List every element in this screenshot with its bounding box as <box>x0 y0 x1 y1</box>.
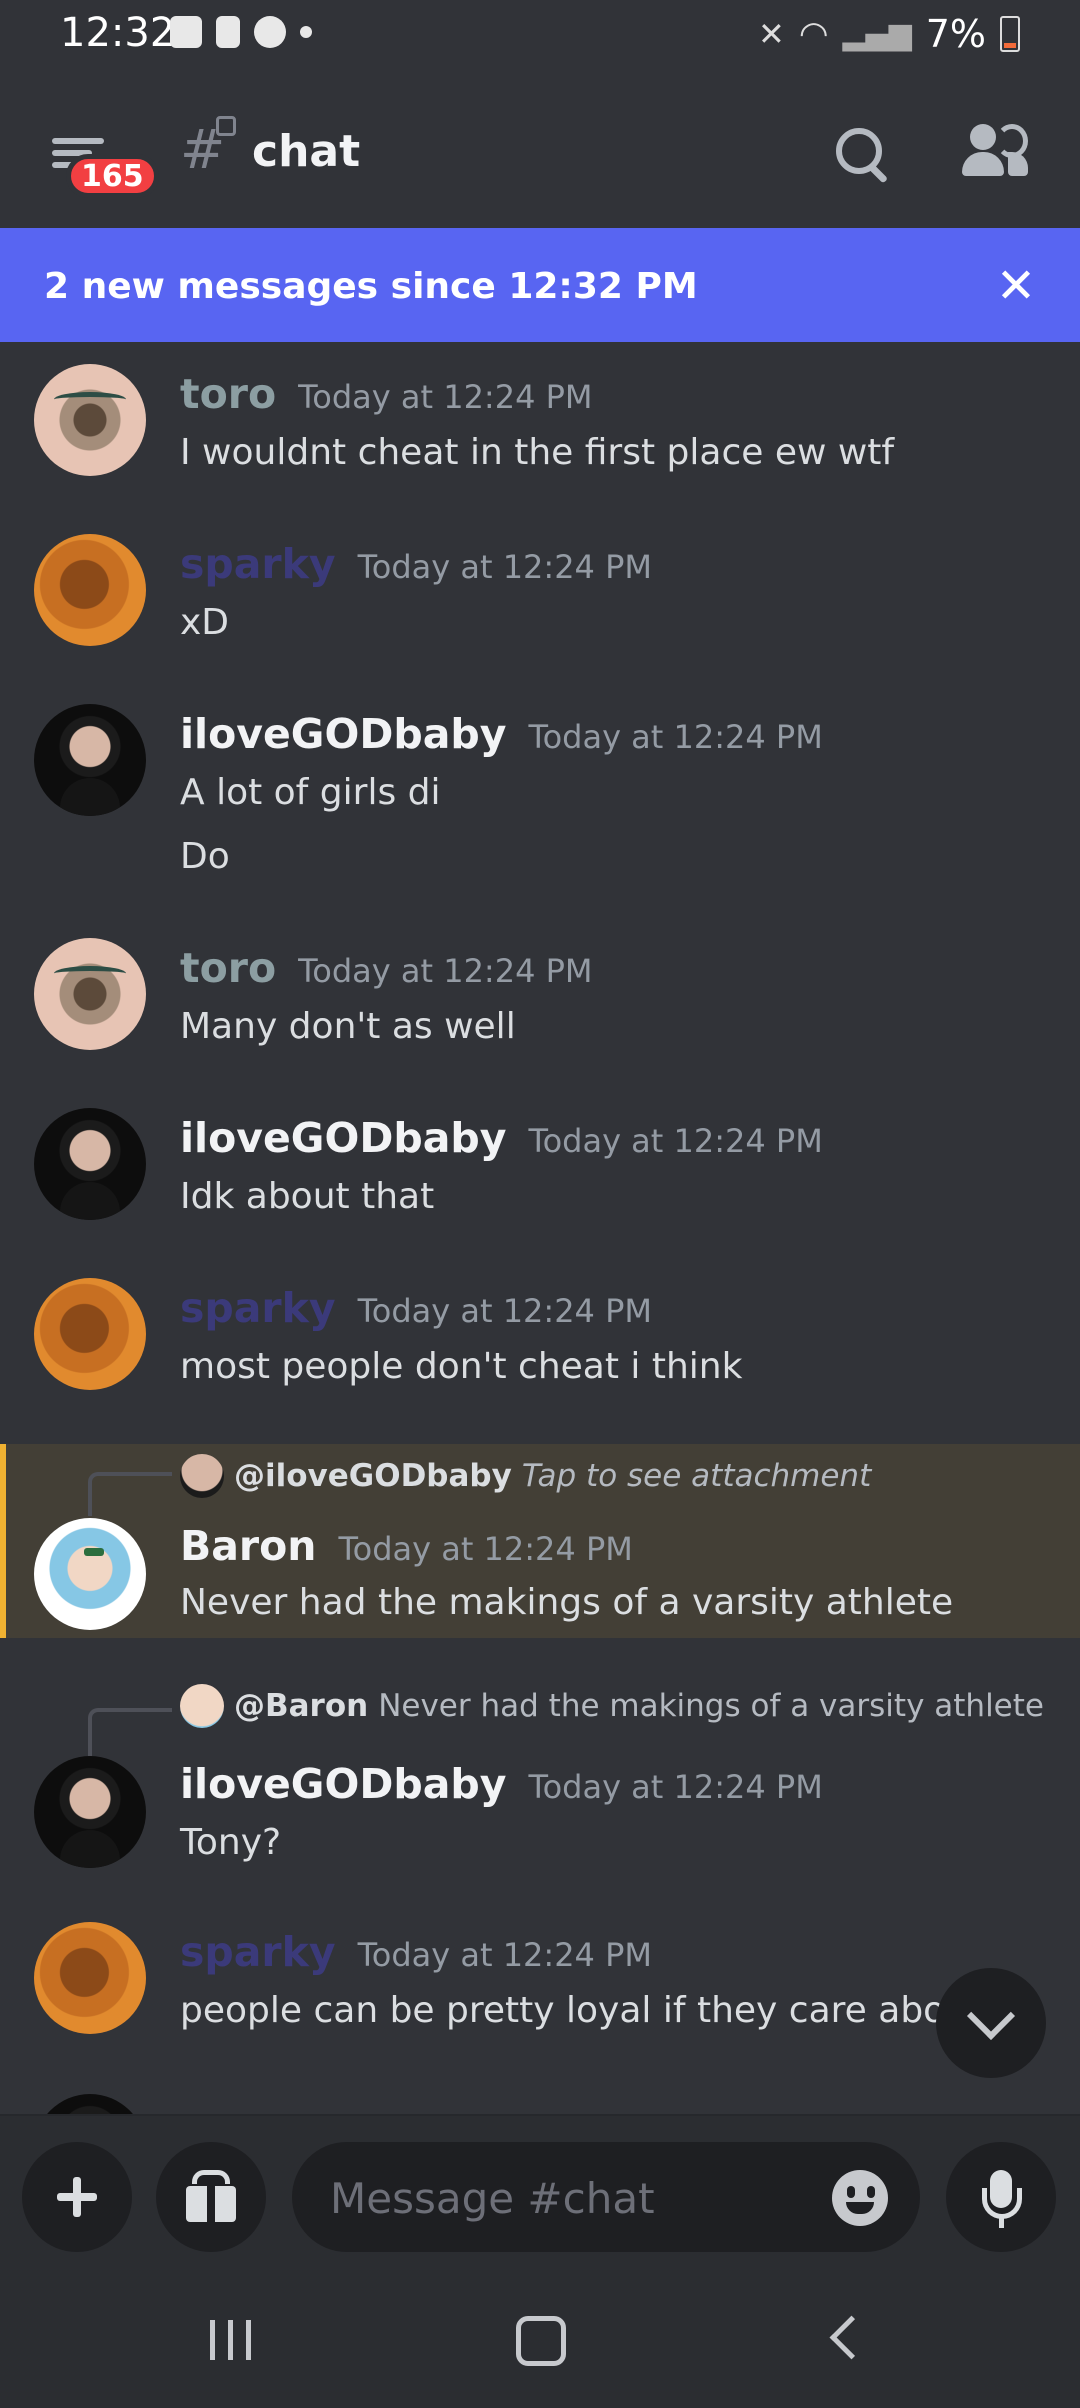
add-attachment-button[interactable] <box>22 2142 132 2252</box>
timestamp: Today at 12:24 PM <box>298 378 593 416</box>
members-icon <box>970 124 996 150</box>
avatar[interactable] <box>34 534 146 646</box>
timestamp: Today at 12:24 PM <box>528 1122 823 1160</box>
status-bar: 12:32 ✕ ◠ ▂▄▆ 7% <box>0 0 1080 72</box>
recent-apps-button[interactable] <box>210 2320 254 2360</box>
avatar <box>34 2094 146 2114</box>
username[interactable]: sparky <box>180 1284 336 1332</box>
message-input[interactable] <box>328 2142 792 2254</box>
gift-button[interactable] <box>156 2142 266 2252</box>
message[interactable]: toro Today at 12:24 PM I wouldnt cheat in… <box>0 364 1080 494</box>
avatar[interactable] <box>34 364 146 476</box>
reply-text: Never had the makings of a varsity athle… <box>378 1688 1044 1724</box>
timestamp: Today at 12:24 PM <box>528 718 823 756</box>
reply-mention: @iloveGODbaby <box>234 1458 512 1494</box>
new-messages-text: 2 new messages since 12:32 PM <box>44 266 698 307</box>
message-text: xD <box>180 602 230 643</box>
username[interactable]: iloveGODbaby <box>180 1114 506 1162</box>
voice-message-button[interactable] <box>946 2142 1056 2252</box>
message-composer <box>0 2114 1080 2274</box>
system-navigation-bar <box>0 2272 1080 2408</box>
message-text: A lot of girls di <box>180 772 441 813</box>
avatar[interactable] <box>34 1278 146 1390</box>
messenger-icon <box>254 16 286 48</box>
reply-text: Tap to see attachment <box>521 1458 872 1494</box>
username[interactable]: iloveGODbaby <box>180 710 506 758</box>
avatar[interactable] <box>34 1756 146 1868</box>
message[interactable]: sparky Today at 12:24 PM most people don'… <box>0 1278 1080 1408</box>
timestamp: Today at 12:24 PM <box>528 1768 823 1806</box>
battery-percent: 7% <box>925 12 986 56</box>
timestamp: Today at 12:24 PM <box>338 1530 633 1568</box>
search-button[interactable] <box>832 124 892 184</box>
wifi-icon: ◠ <box>798 14 829 54</box>
message-text: Tony? <box>180 1822 282 1863</box>
reply-avatar <box>180 1454 224 1498</box>
channel-title[interactable]: chat <box>252 126 360 177</box>
unread-badge: 165 <box>66 154 159 198</box>
message[interactable]: @Baron Never had the makings of a varsit… <box>0 1684 1080 1874</box>
message-text: Many don't as well <box>180 1006 516 1047</box>
reply-mention: @Baron <box>234 1688 369 1724</box>
message[interactable]: iloveGODbaby Today at 12:24 PM Idk about … <box>0 1108 1080 1238</box>
message-text: Idk about that <box>180 1176 435 1217</box>
avatar[interactable] <box>34 938 146 1050</box>
menu-button[interactable]: 165 <box>48 130 159 198</box>
emoji-icon[interactable] <box>832 2170 888 2226</box>
message-text: most people don't cheat i think <box>180 1346 743 1387</box>
message-input-container <box>292 2142 920 2254</box>
message-partial <box>0 2094 1080 2114</box>
gallery-icon <box>170 16 202 48</box>
message[interactable]: sparky Today at 12:24 PM people can be pr… <box>0 1922 1080 2052</box>
reply-preview[interactable]: @iloveGODbaby Tap to see attachment <box>180 1454 871 1498</box>
username[interactable]: toro <box>180 370 276 418</box>
home-button[interactable] <box>516 2316 566 2366</box>
avatar[interactable] <box>34 704 146 816</box>
back-button[interactable] <box>829 2315 874 2360</box>
dot-icon <box>300 26 312 38</box>
message[interactable]: sparky Today at 12:24 PM xD <box>0 534 1080 664</box>
timestamp: Today at 12:24 PM <box>357 1936 652 1974</box>
message-text: people can be pretty loyal if they care … <box>180 1990 1015 2031</box>
message-text: I wouldnt cheat in the first place ew wt… <box>180 432 895 473</box>
avatar[interactable] <box>34 1922 146 2034</box>
username[interactable]: Baron <box>180 1522 317 1570</box>
username[interactable]: sparky <box>180 540 336 588</box>
channel-header: 165 # chat <box>0 72 1080 230</box>
message-text: Do <box>180 836 230 877</box>
message[interactable]: @iloveGODbaby Tap to see attachment Baro… <box>0 1444 1080 1638</box>
jump-to-bottom-button[interactable] <box>936 1968 1046 2078</box>
reply-avatar <box>180 1684 224 1728</box>
hamburger-icon <box>52 138 104 144</box>
signal-icon: ▂▄▆ <box>842 16 912 52</box>
chevron-down-icon <box>966 1991 1016 2041</box>
reply-preview[interactable]: @Baron Never had the makings of a varsit… <box>180 1684 1044 1728</box>
close-icon[interactable]: ✕ <box>988 258 1044 314</box>
status-time: 12:32 <box>60 10 176 56</box>
alert-icon <box>216 16 240 48</box>
gift-icon <box>186 2182 236 2222</box>
timestamp: Today at 12:24 PM <box>298 952 593 990</box>
mute-icon: ✕ <box>758 15 785 53</box>
avatar[interactable] <box>34 1108 146 1220</box>
username[interactable]: iloveGODbaby <box>180 1760 506 1808</box>
message-text: Never had the makings of a varsity athle… <box>180 1582 954 1623</box>
avatar[interactable] <box>34 1518 146 1630</box>
new-messages-bar[interactable]: 2 new messages since 12:32 PM ✕ <box>0 228 1080 342</box>
members-button[interactable] <box>962 122 1028 182</box>
timestamp: Today at 12:24 PM <box>357 548 652 586</box>
message[interactable]: toro Today at 12:24 PM Many don't as well <box>0 938 1080 1068</box>
username[interactable]: sparky <box>180 1928 336 1976</box>
username[interactable]: toro <box>180 944 276 992</box>
battery-icon <box>1000 16 1020 52</box>
message[interactable]: iloveGODbaby Today at 12:24 PM A lot of g… <box>0 704 1080 894</box>
timestamp: Today at 12:24 PM <box>357 1292 652 1330</box>
